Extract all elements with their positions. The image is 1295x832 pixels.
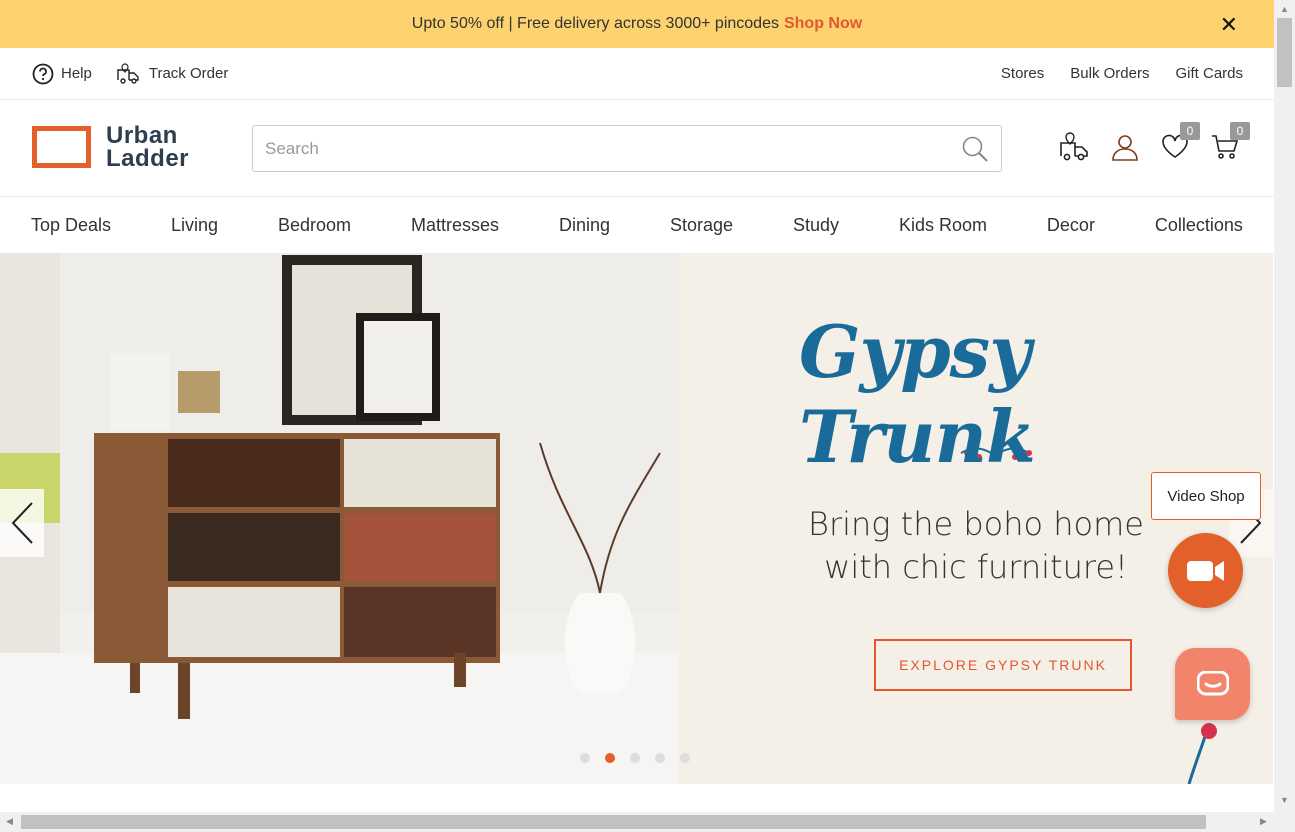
video-shop-tooltip[interactable]: Video Shop (1151, 472, 1261, 520)
promo-bar: Upto 50% off | Free delivery across 3000… (0, 0, 1274, 48)
track-order-link[interactable]: Track Order (116, 61, 228, 87)
hero-photo (0, 253, 679, 784)
carousel-dot[interactable] (655, 753, 665, 763)
nav-study[interactable]: Study (793, 215, 839, 236)
nav-bedroom[interactable]: Bedroom (278, 215, 351, 236)
shop-now-link[interactable]: Shop Now (784, 15, 862, 33)
track-order-button[interactable] (1058, 130, 1092, 164)
vertical-scroll-thumb[interactable] (1277, 18, 1292, 87)
video-camera-icon (1186, 560, 1224, 581)
cart-count-badge: 0 (1230, 122, 1250, 140)
logo[interactable]: Urban Ladder (32, 122, 190, 172)
search-box (252, 125, 1002, 172)
scroll-right-icon[interactable]: ▶ (1260, 816, 1267, 827)
stores-link[interactable]: Stores (1001, 65, 1044, 82)
page: Upto 50% off | Free delivery across 3000… (0, 0, 1295, 832)
carousel-dot[interactable] (680, 753, 690, 763)
horizontal-scrollbar[interactable]: ◀ ▶ (0, 812, 1274, 832)
nav-decor[interactable]: Decor (1047, 215, 1095, 236)
logo-line1: Urban (106, 122, 178, 149)
nav-storage[interactable]: Storage (670, 215, 733, 236)
account-button[interactable] (1108, 130, 1142, 164)
chat-button[interactable] (1175, 648, 1250, 720)
promo-text: Upto 50% off | Free delivery across 3000… (411, 15, 779, 32)
scroll-left-icon[interactable]: ◀ (6, 816, 13, 827)
wishlist-count-badge: 0 (1180, 122, 1200, 140)
explore-gypsy-trunk-button[interactable]: EXPLORE GYPSY TRUNK (874, 639, 1132, 691)
main-nav: Top Deals Living Bedroom Mattresses Dini… (0, 197, 1274, 253)
nav-dining[interactable]: Dining (559, 215, 610, 236)
chevron-left-icon (11, 502, 33, 544)
logo-text: Urban Ladder (106, 122, 190, 172)
help-icon (32, 63, 54, 84)
logo-mark (32, 126, 91, 168)
cart-button[interactable]: 0 (1208, 122, 1250, 164)
truck-location-icon (1060, 132, 1088, 161)
nav-kids-room[interactable]: Kids Room (899, 215, 987, 236)
carousel-dots (580, 753, 690, 763)
carousel-dot-active[interactable] (605, 753, 615, 763)
utility-bar: Help Track Order Stores Bulk Orders Gift… (0, 48, 1274, 100)
dresser-illustration (0, 253, 679, 784)
horizontal-scroll-thumb[interactable] (21, 815, 1206, 829)
close-icon[interactable]: ✕ (1220, 12, 1238, 38)
carousel-dot[interactable] (630, 753, 640, 763)
collection-title: Gypsy Trunk (799, 309, 1036, 479)
carousel-dot[interactable] (580, 753, 590, 763)
track-order-label: Track Order (148, 65, 229, 82)
hero-carousel[interactable]: Gypsy Trunk Bring the boho home with chi… (0, 253, 1273, 784)
nav-collections[interactable]: Collections (1155, 215, 1243, 236)
video-shop-button[interactable] (1168, 533, 1243, 608)
truck-icon (117, 62, 139, 84)
scroll-down-icon[interactable]: ▼ (1280, 795, 1289, 805)
carousel-prev-button[interactable] (0, 489, 44, 557)
search-icon[interactable] (961, 135, 989, 163)
vertical-scrollbar[interactable]: ▲ ▼ (1274, 0, 1295, 812)
logo-line2: Ladder (106, 145, 190, 172)
help-label: Help (61, 65, 92, 82)
header: Urban Ladder Search 0 0 (0, 100, 1274, 197)
chat-icon (1196, 671, 1229, 696)
scroll-up-icon[interactable]: ▲ (1280, 4, 1289, 14)
gift-cards-link[interactable]: Gift Cards (1175, 65, 1243, 82)
scrollbar-corner (1274, 812, 1295, 832)
bulk-orders-link[interactable]: Bulk Orders (1070, 65, 1149, 82)
nav-living[interactable]: Living (171, 215, 218, 236)
search-input[interactable] (265, 138, 961, 159)
nav-top-deals[interactable]: Top Deals (31, 215, 111, 236)
help-link[interactable]: Help (32, 63, 92, 85)
user-icon (1112, 135, 1138, 161)
nav-mattresses[interactable]: Mattresses (411, 215, 499, 236)
wishlist-button[interactable]: 0 (1158, 122, 1200, 164)
